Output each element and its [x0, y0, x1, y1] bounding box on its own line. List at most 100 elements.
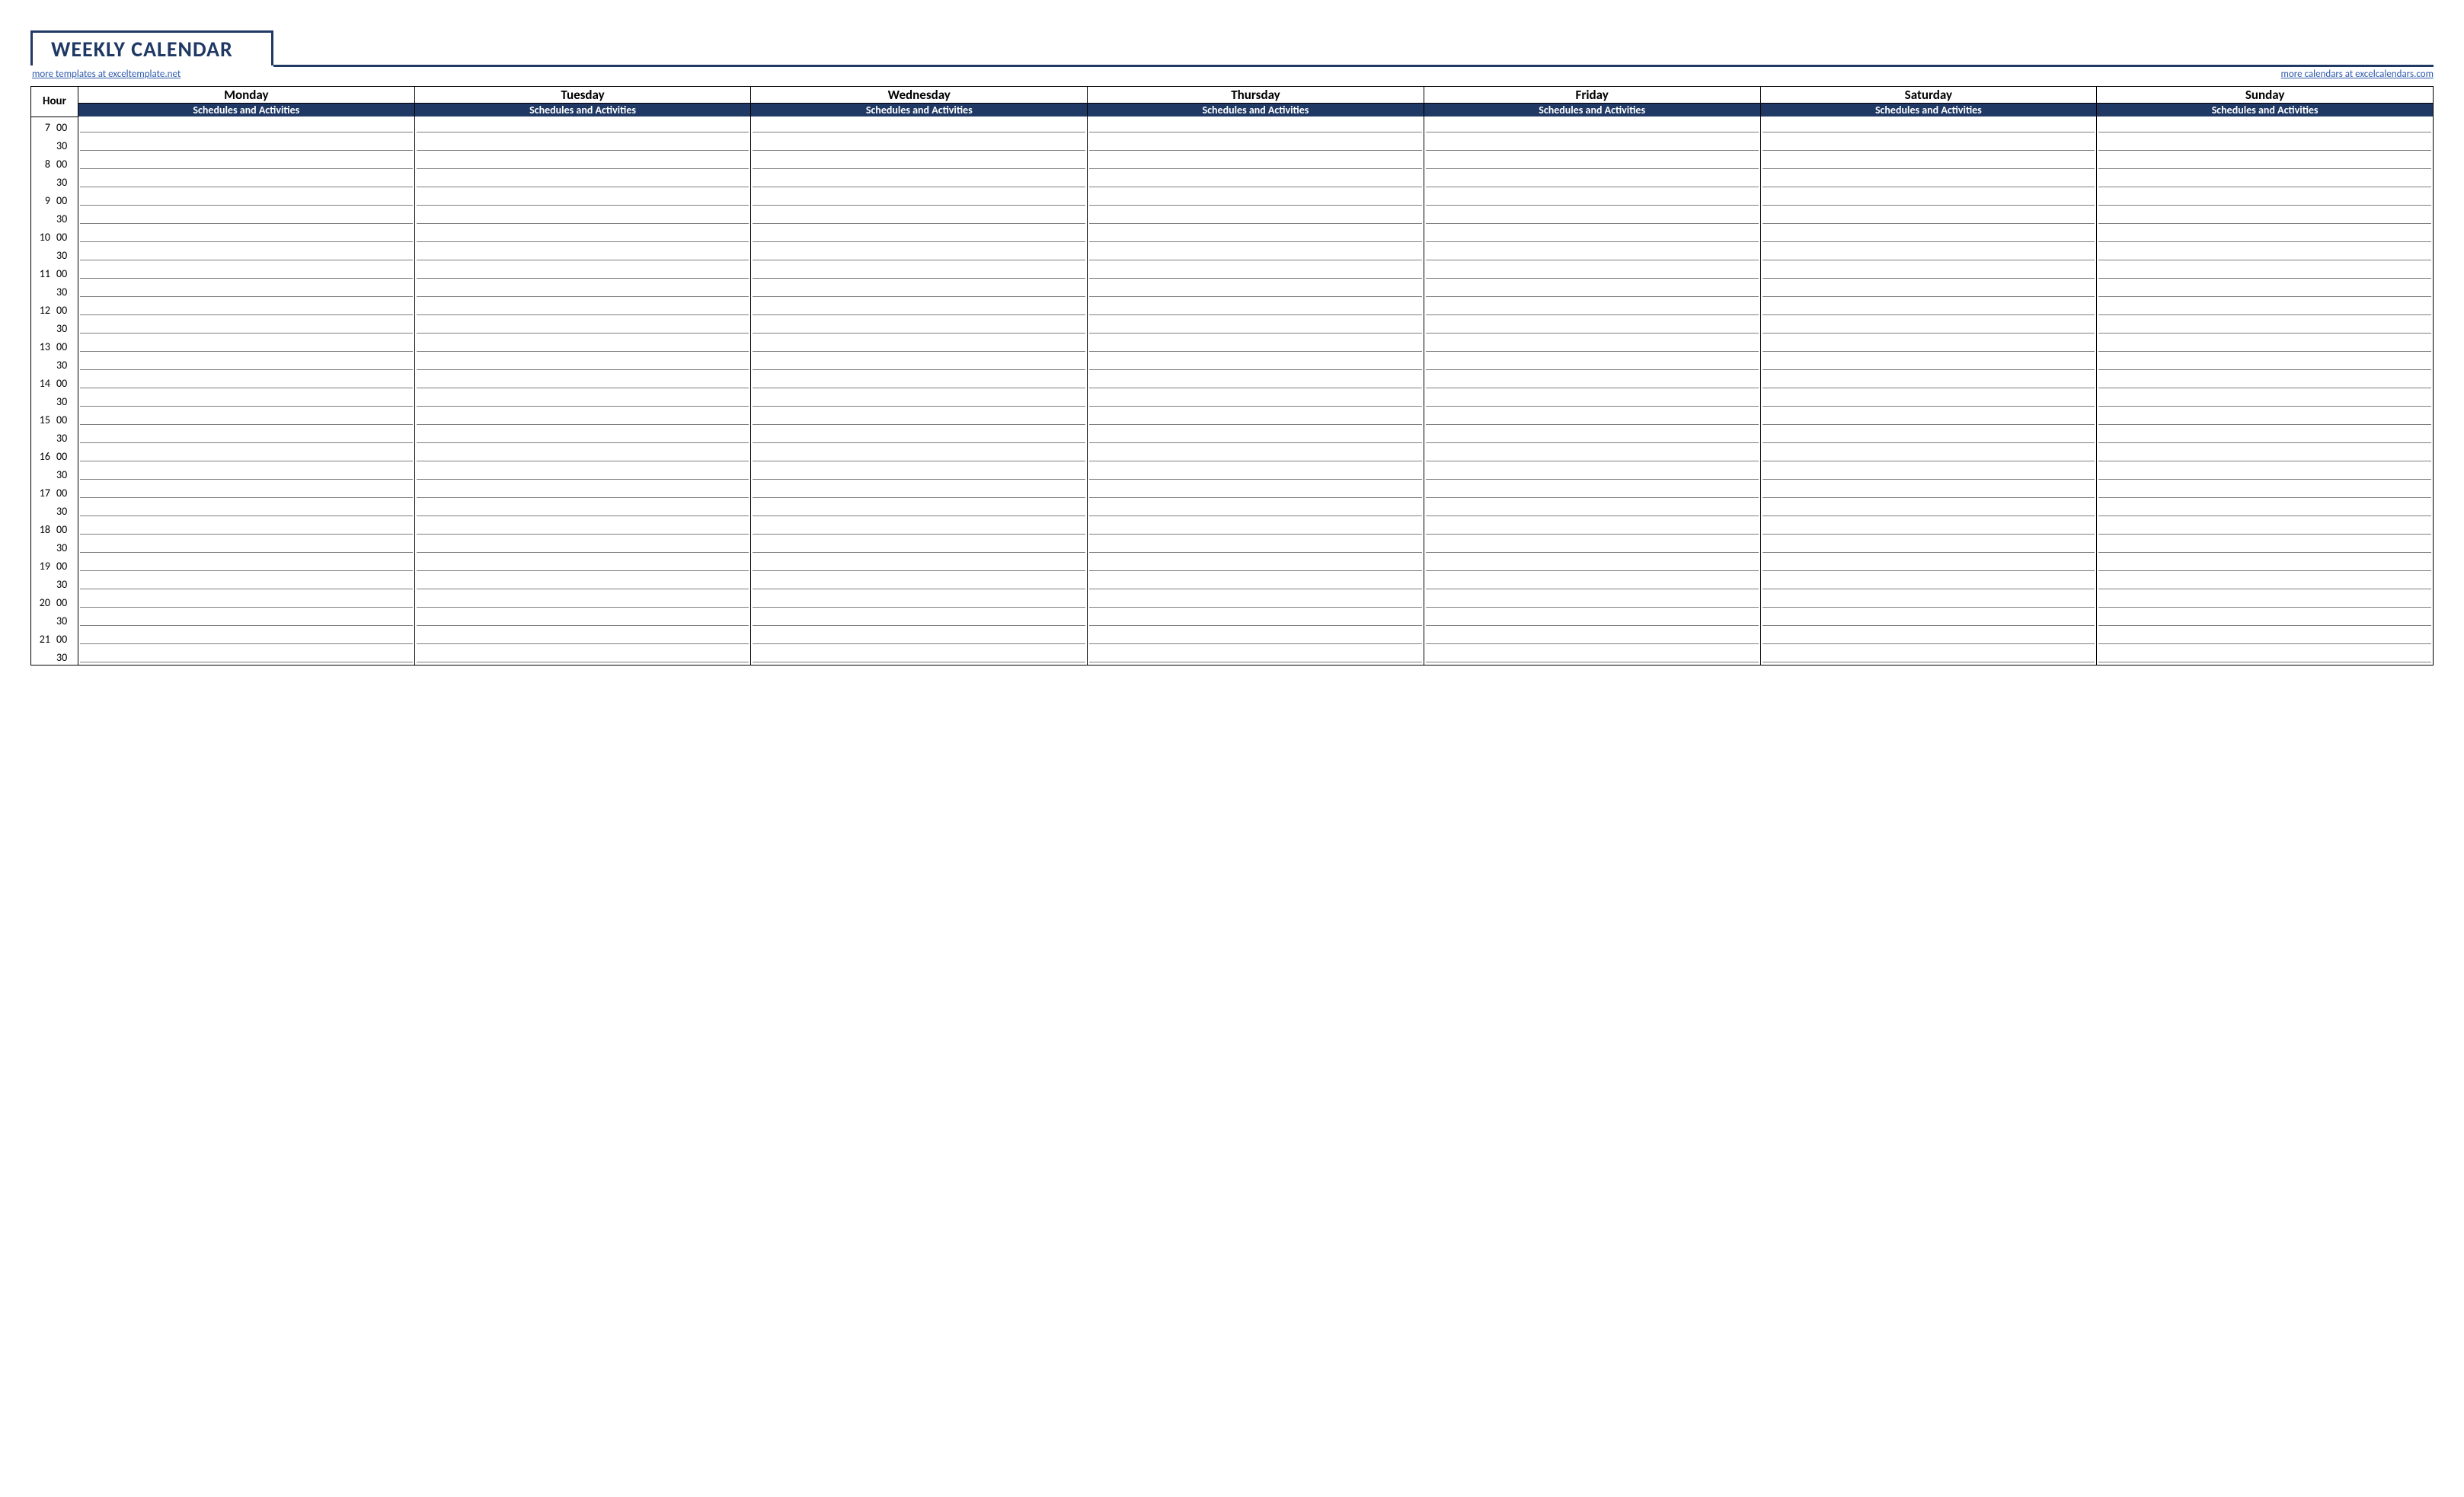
schedule-cell[interactable]	[2097, 482, 2434, 500]
schedule-cell[interactable]	[751, 354, 1088, 372]
schedule-cell[interactable]	[2097, 500, 2434, 519]
schedule-cell[interactable]	[1424, 153, 1760, 171]
schedule-cell[interactable]	[751, 391, 1088, 409]
schedule-cell[interactable]	[1088, 537, 1424, 555]
schedule-cell[interactable]	[1088, 281, 1424, 299]
schedule-cell[interactable]	[1424, 226, 1760, 244]
schedule-cell[interactable]	[414, 555, 751, 573]
schedule-cell[interactable]	[414, 318, 751, 336]
schedule-cell[interactable]	[2097, 354, 2434, 372]
schedule-cell[interactable]	[1088, 592, 1424, 610]
schedule-cell[interactable]	[1424, 610, 1760, 628]
schedule-cell[interactable]	[1088, 336, 1424, 354]
schedule-cell[interactable]	[2097, 226, 2434, 244]
schedule-cell[interactable]	[1424, 482, 1760, 500]
schedule-cell[interactable]	[1424, 354, 1760, 372]
schedule-cell[interactable]	[1424, 573, 1760, 592]
schedule-cell[interactable]	[1760, 555, 2097, 573]
schedule-cell[interactable]	[78, 190, 415, 208]
schedule-cell[interactable]	[2097, 592, 2434, 610]
schedule-cell[interactable]	[2097, 372, 2434, 391]
schedule-cell[interactable]	[751, 299, 1088, 318]
schedule-cell[interactable]	[2097, 391, 2434, 409]
schedule-cell[interactable]	[751, 500, 1088, 519]
schedule-cell[interactable]	[1088, 318, 1424, 336]
schedule-cell[interactable]	[78, 318, 415, 336]
schedule-cell[interactable]	[751, 117, 1088, 135]
schedule-cell[interactable]	[1760, 226, 2097, 244]
schedule-cell[interactable]	[78, 482, 415, 500]
schedule-cell[interactable]	[1760, 190, 2097, 208]
schedule-cell[interactable]	[1424, 336, 1760, 354]
schedule-cell[interactable]	[414, 226, 751, 244]
schedule-cell[interactable]	[1424, 391, 1760, 409]
schedule-cell[interactable]	[1760, 281, 2097, 299]
schedule-cell[interactable]	[1424, 263, 1760, 281]
schedule-cell[interactable]	[1424, 190, 1760, 208]
schedule-cell[interactable]	[1760, 427, 2097, 445]
schedule-cell[interactable]	[1760, 117, 2097, 135]
schedule-cell[interactable]	[2097, 318, 2434, 336]
schedule-cell[interactable]	[78, 592, 415, 610]
schedule-cell[interactable]	[1088, 299, 1424, 318]
schedule-cell[interactable]	[1760, 573, 2097, 592]
schedule-cell[interactable]	[414, 409, 751, 427]
schedule-cell[interactable]	[78, 391, 415, 409]
schedule-cell[interactable]	[1424, 372, 1760, 391]
schedule-cell[interactable]	[1424, 519, 1760, 537]
schedule-cell[interactable]	[414, 354, 751, 372]
schedule-cell[interactable]	[1760, 391, 2097, 409]
schedule-cell[interactable]	[1088, 464, 1424, 482]
schedule-cell[interactable]	[414, 537, 751, 555]
schedule-cell[interactable]	[414, 391, 751, 409]
schedule-cell[interactable]	[1760, 519, 2097, 537]
schedule-cell[interactable]	[414, 646, 751, 665]
schedule-cell[interactable]	[751, 409, 1088, 427]
schedule-cell[interactable]	[1760, 500, 2097, 519]
schedule-cell[interactable]	[1424, 281, 1760, 299]
schedule-cell[interactable]	[1088, 226, 1424, 244]
schedule-cell[interactable]	[1760, 171, 2097, 190]
schedule-cell[interactable]	[414, 281, 751, 299]
schedule-cell[interactable]	[78, 500, 415, 519]
schedule-cell[interactable]	[414, 372, 751, 391]
schedule-cell[interactable]	[414, 336, 751, 354]
schedule-cell[interactable]	[414, 482, 751, 500]
schedule-cell[interactable]	[751, 592, 1088, 610]
schedule-cell[interactable]	[2097, 537, 2434, 555]
schedule-cell[interactable]	[78, 628, 415, 646]
schedule-cell[interactable]	[2097, 117, 2434, 135]
schedule-cell[interactable]	[2097, 646, 2434, 665]
schedule-cell[interactable]	[2097, 628, 2434, 646]
schedule-cell[interactable]	[1088, 482, 1424, 500]
schedule-cell[interactable]	[2097, 208, 2434, 226]
schedule-cell[interactable]	[2097, 244, 2434, 263]
schedule-cell[interactable]	[78, 537, 415, 555]
schedule-cell[interactable]	[1760, 299, 2097, 318]
schedule-cell[interactable]	[751, 190, 1088, 208]
schedule-cell[interactable]	[78, 299, 415, 318]
schedule-cell[interactable]	[1760, 244, 2097, 263]
schedule-cell[interactable]	[2097, 610, 2434, 628]
schedule-cell[interactable]	[751, 537, 1088, 555]
schedule-cell[interactable]	[1088, 263, 1424, 281]
schedule-cell[interactable]	[2097, 281, 2434, 299]
schedule-cell[interactable]	[1760, 628, 2097, 646]
schedule-cell[interactable]	[2097, 171, 2434, 190]
schedule-cell[interactable]	[414, 190, 751, 208]
schedule-cell[interactable]	[1088, 610, 1424, 628]
schedule-cell[interactable]	[414, 244, 751, 263]
schedule-cell[interactable]	[2097, 555, 2434, 573]
schedule-cell[interactable]	[751, 610, 1088, 628]
schedule-cell[interactable]	[2097, 299, 2434, 318]
schedule-cell[interactable]	[751, 336, 1088, 354]
schedule-cell[interactable]	[1088, 445, 1424, 464]
schedule-cell[interactable]	[1424, 646, 1760, 665]
schedule-cell[interactable]	[751, 372, 1088, 391]
schedule-cell[interactable]	[1760, 263, 2097, 281]
schedule-cell[interactable]	[1760, 153, 2097, 171]
schedule-cell[interactable]	[751, 226, 1088, 244]
schedule-cell[interactable]	[1760, 592, 2097, 610]
schedule-cell[interactable]	[78, 354, 415, 372]
schedule-cell[interactable]	[2097, 519, 2434, 537]
